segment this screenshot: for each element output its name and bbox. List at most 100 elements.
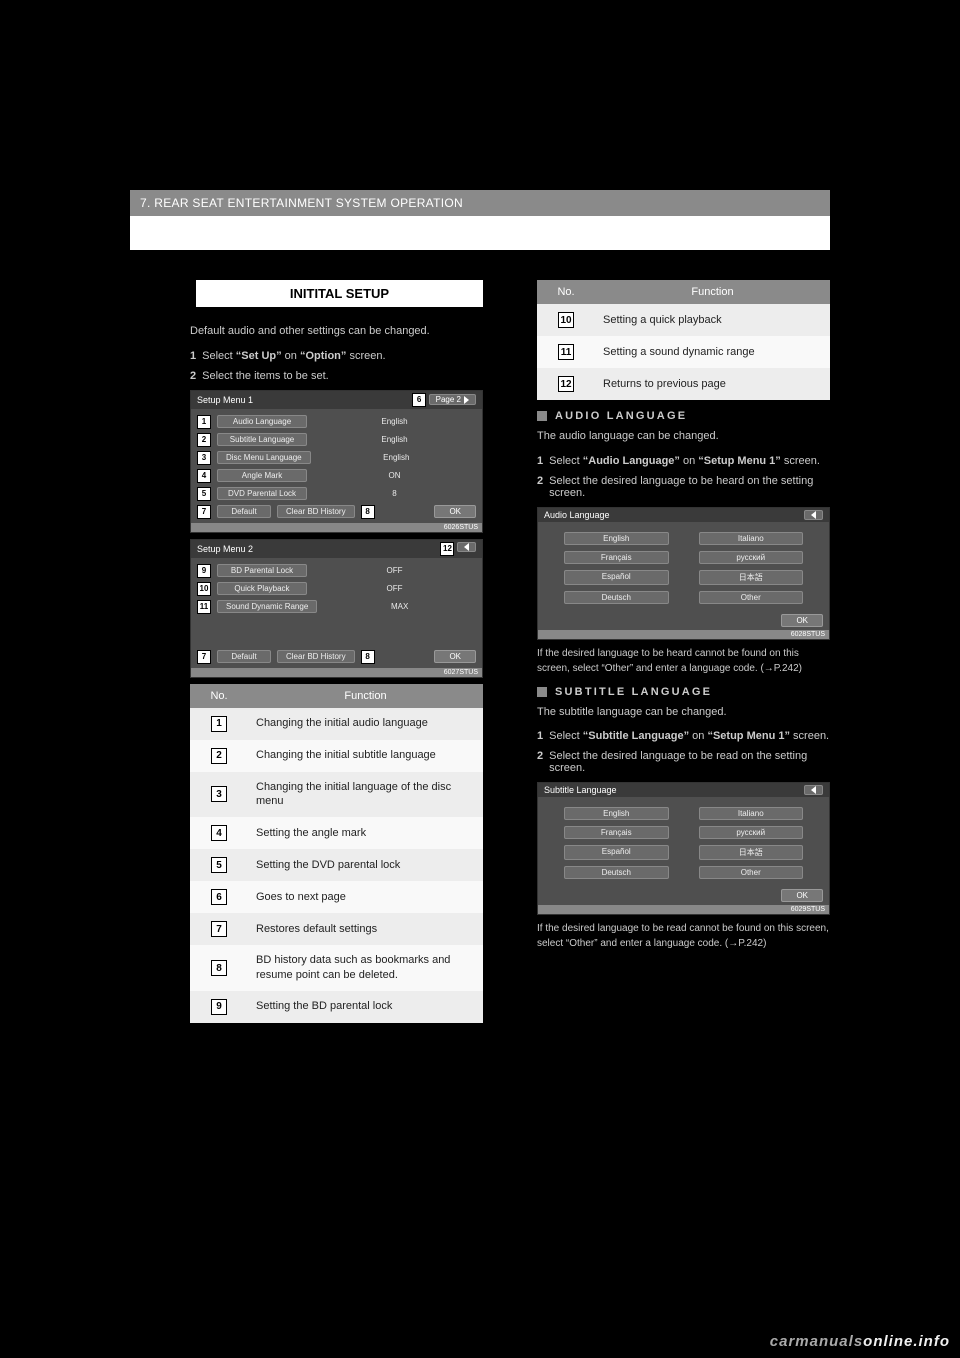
setup-menu-1-option-button[interactable]: Disc Menu Language <box>217 451 311 464</box>
subtitle-language-option-button[interactable]: English <box>564 807 669 820</box>
subtitle-language-note: If the desired language to be read canno… <box>537 921 830 951</box>
audio-language-option-button[interactable]: Other <box>699 591 804 604</box>
function-table-left-head: No. Function <box>190 684 483 708</box>
audio-step-1-text: Select “Audio Language” on “Setup Menu 1… <box>549 455 830 467</box>
subtitle-language-option-button[interactable]: Italiano <box>699 807 804 820</box>
audio-language-option-button[interactable]: Italiano <box>699 532 804 545</box>
audio-language-option-button[interactable]: Español <box>564 570 669 585</box>
subtitle-language-option-button[interactable]: Français <box>564 826 669 839</box>
subtitle-language-ok-button[interactable]: OK <box>781 889 823 902</box>
audio-language-note: If the desired language to be heard cann… <box>537 646 830 676</box>
callout-8b-icon: 8 <box>361 650 375 664</box>
setup-menu-1-screenshot: Setup Menu 1 6 Page 2 1 Audio Language Eng… <box>190 390 483 533</box>
function-row-no: 1 <box>190 708 248 740</box>
setup-menu-1-option-button[interactable]: Angle Mark <box>217 469 307 482</box>
subtitle-language-option-button[interactable]: Other <box>699 866 804 879</box>
table-row: 8BD history data such as bookmarks and r… <box>190 945 483 991</box>
setup-menu-1-title: Setup Menu 1 <box>197 395 253 405</box>
callout-6-icon: 6 <box>412 393 426 407</box>
function-row-desc-cell: Setting the DVD parental lock <box>248 849 483 881</box>
callout-5-icon: 5 <box>197 487 211 501</box>
forward-arrow-icon <box>464 396 469 404</box>
function-row-desc: Changing the initial language of the dis… <box>256 780 475 810</box>
subtitle-language-option-button[interactable]: 日本語 <box>699 845 804 860</box>
watermark-dark: carmanuals <box>770 1333 863 1350</box>
table-row: 12 Returns to previous page <box>537 368 830 400</box>
page-2-button[interactable]: Page 2 <box>429 394 476 405</box>
function-row-desc: Changing the initial subtitle language <box>256 748 475 763</box>
subtitle-language-option-button[interactable]: Español <box>564 845 669 860</box>
left-step-2: 2 Select the items to be set. <box>190 370 483 382</box>
subtitle-language-option-button[interactable]: русский <box>699 826 804 839</box>
subtitle-language-heading: SUBTITLE LANGUAGE <box>555 686 712 698</box>
callout-1-icon: 1 <box>197 415 211 429</box>
audio-step-1: 1 Select “Audio Language” on “Setup Menu… <box>537 455 830 467</box>
table-row: 7Restores default settings <box>190 913 483 945</box>
audio-language-option-button[interactable]: 日本語 <box>699 570 804 585</box>
function-row-desc-cell: Goes to next page <box>248 881 483 913</box>
audio-language-option-button[interactable]: Deutsch <box>564 591 669 604</box>
audio-step-1-q1: “Audio Language” <box>583 455 680 467</box>
callout-12-icon: 12 <box>558 376 574 392</box>
callout-3-icon: 3 <box>197 451 211 465</box>
setup-menu-2-topbar: Setup Menu 2 12 <box>191 540 482 558</box>
clear-bd-history-button-2[interactable]: Clear BD History <box>277 650 355 663</box>
left-step-1-c: screen. <box>346 350 385 362</box>
function-table-left: No. Function 1Changing the initial audio… <box>190 684 483 1023</box>
subtitle-language-back-button[interactable] <box>804 785 823 795</box>
callout-7a-icon: 7 <box>197 505 211 519</box>
setup-menu-2-option-button[interactable]: Quick Playback <box>217 582 307 595</box>
square-bullet-icon <box>537 687 547 697</box>
subtitle-step-1-text: Select “Subtitle Language” on “Setup Men… <box>549 730 830 742</box>
watermark-light: online.info <box>863 1333 950 1350</box>
audio-step-2-text: Select the desired language to be heard … <box>549 475 830 499</box>
function-row-desc: Setting a quick playback <box>603 313 822 328</box>
setup-menu-1-option-value: English <box>313 435 476 444</box>
left-step-1-q1: “Set Up” <box>236 350 282 362</box>
subtitle-step-1-b: on <box>689 730 707 742</box>
default-button-2[interactable]: Default <box>217 650 271 663</box>
function-row-desc: Returns to previous page <box>603 377 822 392</box>
back-arrow-icon <box>811 511 816 519</box>
square-bullet-icon <box>537 411 547 421</box>
audio-language-option-button[interactable]: русский <box>699 551 804 564</box>
subtitle-language-topbar: Subtitle Language <box>538 783 829 797</box>
section-title: INITITAL SETUP <box>190 280 483 307</box>
subtitle-language-ok-row: OK <box>544 889 823 902</box>
subtitle-language-mock-title: Subtitle Language <box>544 785 617 795</box>
left-step-1-b: on <box>282 350 300 362</box>
callout-9-icon: 9 <box>211 999 227 1015</box>
default-button[interactable]: Default <box>217 505 271 518</box>
setup-menu-1-topbar: Setup Menu 1 6 Page 2 <box>191 391 482 409</box>
clear-bd-history-button[interactable]: Clear BD History <box>277 505 355 518</box>
setup-menu-2-option-button[interactable]: Sound Dynamic Range <box>217 600 317 613</box>
table-row: 4Setting the angle mark <box>190 817 483 849</box>
function-row-no: 12 <box>537 368 595 400</box>
setup-menu-1-row: 4Angle MarkON <box>197 469 476 483</box>
audio-language-ok-button[interactable]: OK <box>781 614 823 627</box>
setup-menu-1-option-button[interactable]: Subtitle Language <box>217 433 307 446</box>
setup-menu-2-ok-button[interactable]: OK <box>434 650 476 663</box>
function-row-desc-cell: Setting the BD parental lock <box>248 991 483 1023</box>
subtitle-step-1-q2: “Setup Menu 1” <box>707 730 790 742</box>
intro-text: Default audio and other settings can be … <box>190 323 483 340</box>
right-column: No. Function 10Setting a quick playback1… <box>537 280 830 1033</box>
setup-menu-1-option-button[interactable]: Audio Language <box>217 415 307 428</box>
audio-language-option-button[interactable]: Français <box>564 551 669 564</box>
setup-menu-2-option-button[interactable]: BD Parental Lock <box>217 564 307 577</box>
function-row-desc-cell: Changing the initial subtitle language <box>248 740 483 772</box>
function-row-desc-cell: Changing the initial language of the dis… <box>248 772 483 818</box>
audio-language-option-button[interactable]: English <box>564 532 669 545</box>
callout-2-icon: 2 <box>197 433 211 447</box>
function-row-desc-cell: Changing the initial audio language <box>248 708 483 740</box>
setup-menu-2-back-button[interactable] <box>457 542 476 552</box>
setup-menu-1-ok-button[interactable]: OK <box>434 505 476 518</box>
subtitle-language-option-button[interactable]: Deutsch <box>564 866 669 879</box>
left-step-1: 1 Select “Set Up” on “Option” screen. <box>190 350 483 362</box>
function-row-no: 3 <box>190 772 248 818</box>
table-row: 3 Changing the initial language of the di… <box>190 772 483 818</box>
setup-menu-1-option-button[interactable]: DVD Parental Lock <box>217 487 307 500</box>
subtitle-language-intro: The subtitle language can be changed. <box>537 704 830 721</box>
audio-step-1-q2: “Setup Menu 1” <box>698 455 781 467</box>
audio-language-back-button[interactable] <box>804 510 823 520</box>
